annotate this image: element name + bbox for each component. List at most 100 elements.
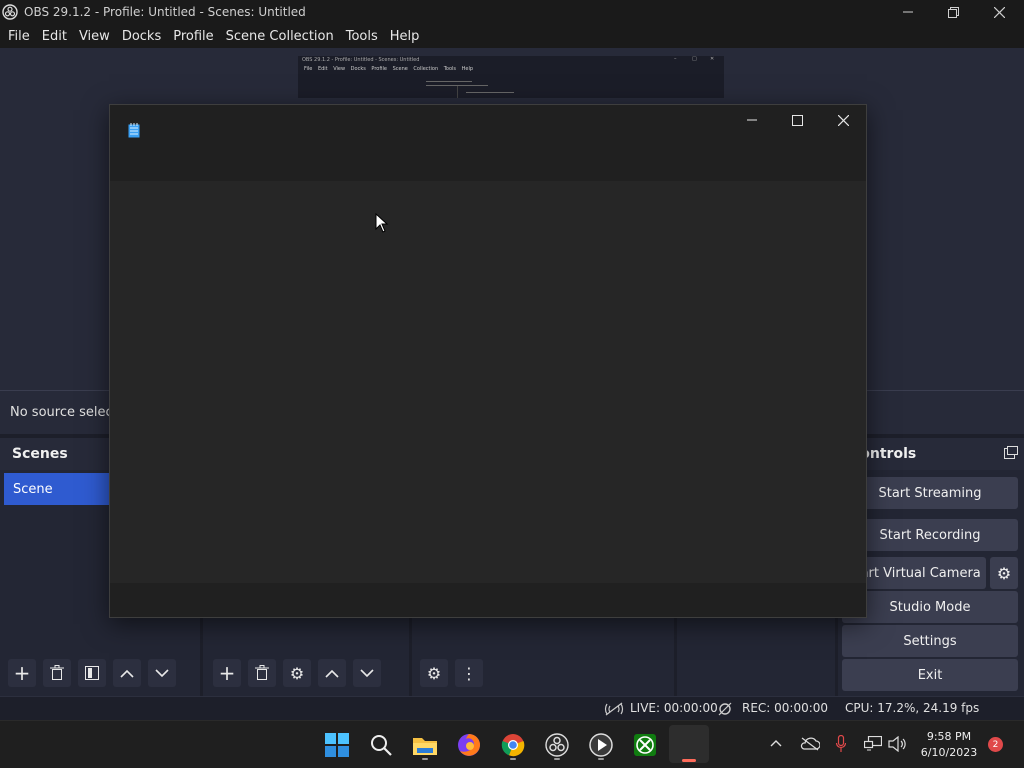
taskbar-obs[interactable] (541, 729, 573, 761)
minimize-icon (747, 119, 757, 121)
move-source-down-button[interactable] (353, 659, 381, 687)
taskbar-media-player[interactable] (585, 729, 617, 761)
blank-app-window[interactable] (109, 104, 867, 618)
menu-view[interactable]: View (73, 29, 116, 44)
window-close-button[interactable] (820, 105, 866, 135)
menu-profile[interactable]: Profile (167, 29, 219, 44)
cpu-fps: CPU: 17.2%, 24.19 fps (845, 701, 980, 715)
chevron-up-icon[interactable] (770, 739, 782, 747)
taskbar-file-explorer[interactable] (409, 729, 441, 761)
menu-bar: File Edit View Docks Profile Scene Colle… (0, 24, 1024, 48)
remove-scene-button[interactable] (43, 659, 71, 687)
move-source-up-button[interactable] (318, 659, 346, 687)
live-timer: LIVE: 00:00:00 (630, 701, 718, 715)
menu-edit[interactable]: Edit (36, 29, 73, 44)
gear-icon: ⚙ (996, 563, 1012, 583)
plus-icon: + (218, 661, 236, 685)
start-streaming-button[interactable]: Start Streaming (842, 477, 1018, 509)
taskbar-clock[interactable]: 9:58 PM 6/10/2023 (916, 729, 982, 761)
obs-title-bar: OBS 29.1.2 - Profile: Untitled - Scenes:… (0, 0, 1024, 24)
add-source-button[interactable]: + (213, 659, 241, 687)
mouse-cursor-icon (375, 213, 389, 233)
studio-mode-button[interactable]: Studio Mode (842, 591, 1018, 623)
chevron-up-icon (325, 669, 339, 678)
preview-divider (457, 86, 458, 98)
plus-icon: + (13, 661, 31, 685)
maximize-icon (791, 114, 803, 126)
settings-button[interactable]: Settings (842, 625, 1018, 657)
chevron-down-icon (360, 668, 374, 677)
running-indicator (510, 758, 516, 760)
taskbar-firefox[interactable] (453, 729, 485, 761)
play-icon (589, 733, 613, 757)
audio-mixer-toolbar: ⚙ ⋮ (420, 658, 490, 688)
add-scene-button[interactable]: + (8, 659, 36, 687)
more-vertical-icon: ⋮ (461, 663, 477, 683)
menu-tools[interactable]: Tools (340, 29, 384, 44)
remove-source-button[interactable] (248, 659, 276, 687)
obs-icon (545, 733, 569, 757)
onedrive-offline-icon[interactable] (800, 737, 820, 751)
chevron-up-icon (120, 669, 134, 678)
filter-icon (85, 666, 99, 680)
notification-badge[interactable]: 2 (988, 737, 1003, 752)
restore-icon (947, 6, 959, 18)
minimize-button[interactable] (885, 0, 931, 24)
exit-button[interactable]: Exit (842, 659, 1018, 691)
window-minimize-button[interactable] (729, 105, 775, 135)
volume-icon[interactable] (888, 736, 906, 752)
microphone-icon[interactable] (836, 735, 846, 753)
active-indicator (682, 759, 696, 762)
obs-logo-icon (2, 4, 18, 20)
stream-signal-icon (604, 702, 624, 716)
taskbar-xbox[interactable] (629, 729, 661, 761)
audio-mixer-menu-button[interactable]: ⋮ (455, 659, 483, 687)
xbox-icon (634, 734, 656, 756)
start-button[interactable] (321, 729, 353, 761)
preview-minimize-icon: – (674, 56, 677, 62)
close-icon (837, 114, 849, 126)
scene-filters-button[interactable] (78, 659, 106, 687)
minimize-icon (903, 11, 913, 13)
preview-mini-menu: File Edit View Docks Profile Scene Colle… (304, 66, 474, 72)
sources-toolbar: + ⚙ (213, 658, 388, 688)
window-status-strip (110, 583, 866, 617)
folder-icon (413, 738, 437, 755)
advanced-audio-button[interactable]: ⚙ (420, 659, 448, 687)
window-maximize-button[interactable] (774, 105, 820, 135)
search-icon (371, 735, 392, 756)
undock-icon[interactable] (1004, 446, 1018, 460)
firefox-icon (458, 734, 480, 756)
notepad-icon (128, 123, 140, 138)
running-indicator (422, 758, 428, 760)
chevron-down-icon (155, 668, 169, 677)
menu-help[interactable]: Help (384, 29, 426, 44)
source-properties-button[interactable]: ⚙ (283, 659, 311, 687)
preview-line (426, 81, 472, 82)
trash-icon (255, 665, 269, 680)
search-button[interactable] (365, 729, 397, 761)
record-status-icon (718, 702, 732, 716)
start-recording-button[interactable]: Start Recording (842, 519, 1018, 551)
scene-list-item[interactable]: Scene (4, 473, 112, 505)
restore-button[interactable] (930, 0, 976, 24)
menu-docks[interactable]: Docks (116, 29, 167, 44)
gears-icon: ⚙ (426, 663, 442, 683)
menu-scene-collection[interactable]: Scene Collection (220, 29, 340, 44)
taskbar-chrome[interactable] (497, 729, 529, 761)
close-button[interactable] (976, 0, 1022, 24)
menu-file[interactable]: File (2, 29, 36, 44)
move-scene-down-button[interactable] (148, 659, 176, 687)
running-indicator (598, 758, 604, 760)
network-icon[interactable] (864, 736, 882, 752)
preview-maximize-icon: □ (692, 56, 697, 62)
preview-close-icon: ✕ (710, 56, 715, 62)
windows-logo-icon (325, 733, 349, 757)
virtual-camera-settings-button[interactable]: ⚙ (990, 557, 1018, 589)
status-bar: LIVE: 00:00:00 REC: 00:00:00 CPU: 17.2%,… (0, 696, 1024, 720)
taskbar-active-window[interactable] (669, 725, 709, 763)
clock-date: 6/10/2023 (920, 746, 978, 759)
clock-time: 9:58 PM (926, 730, 972, 743)
move-scene-up-button[interactable] (113, 659, 141, 687)
scenes-toolbar: + (8, 658, 183, 688)
